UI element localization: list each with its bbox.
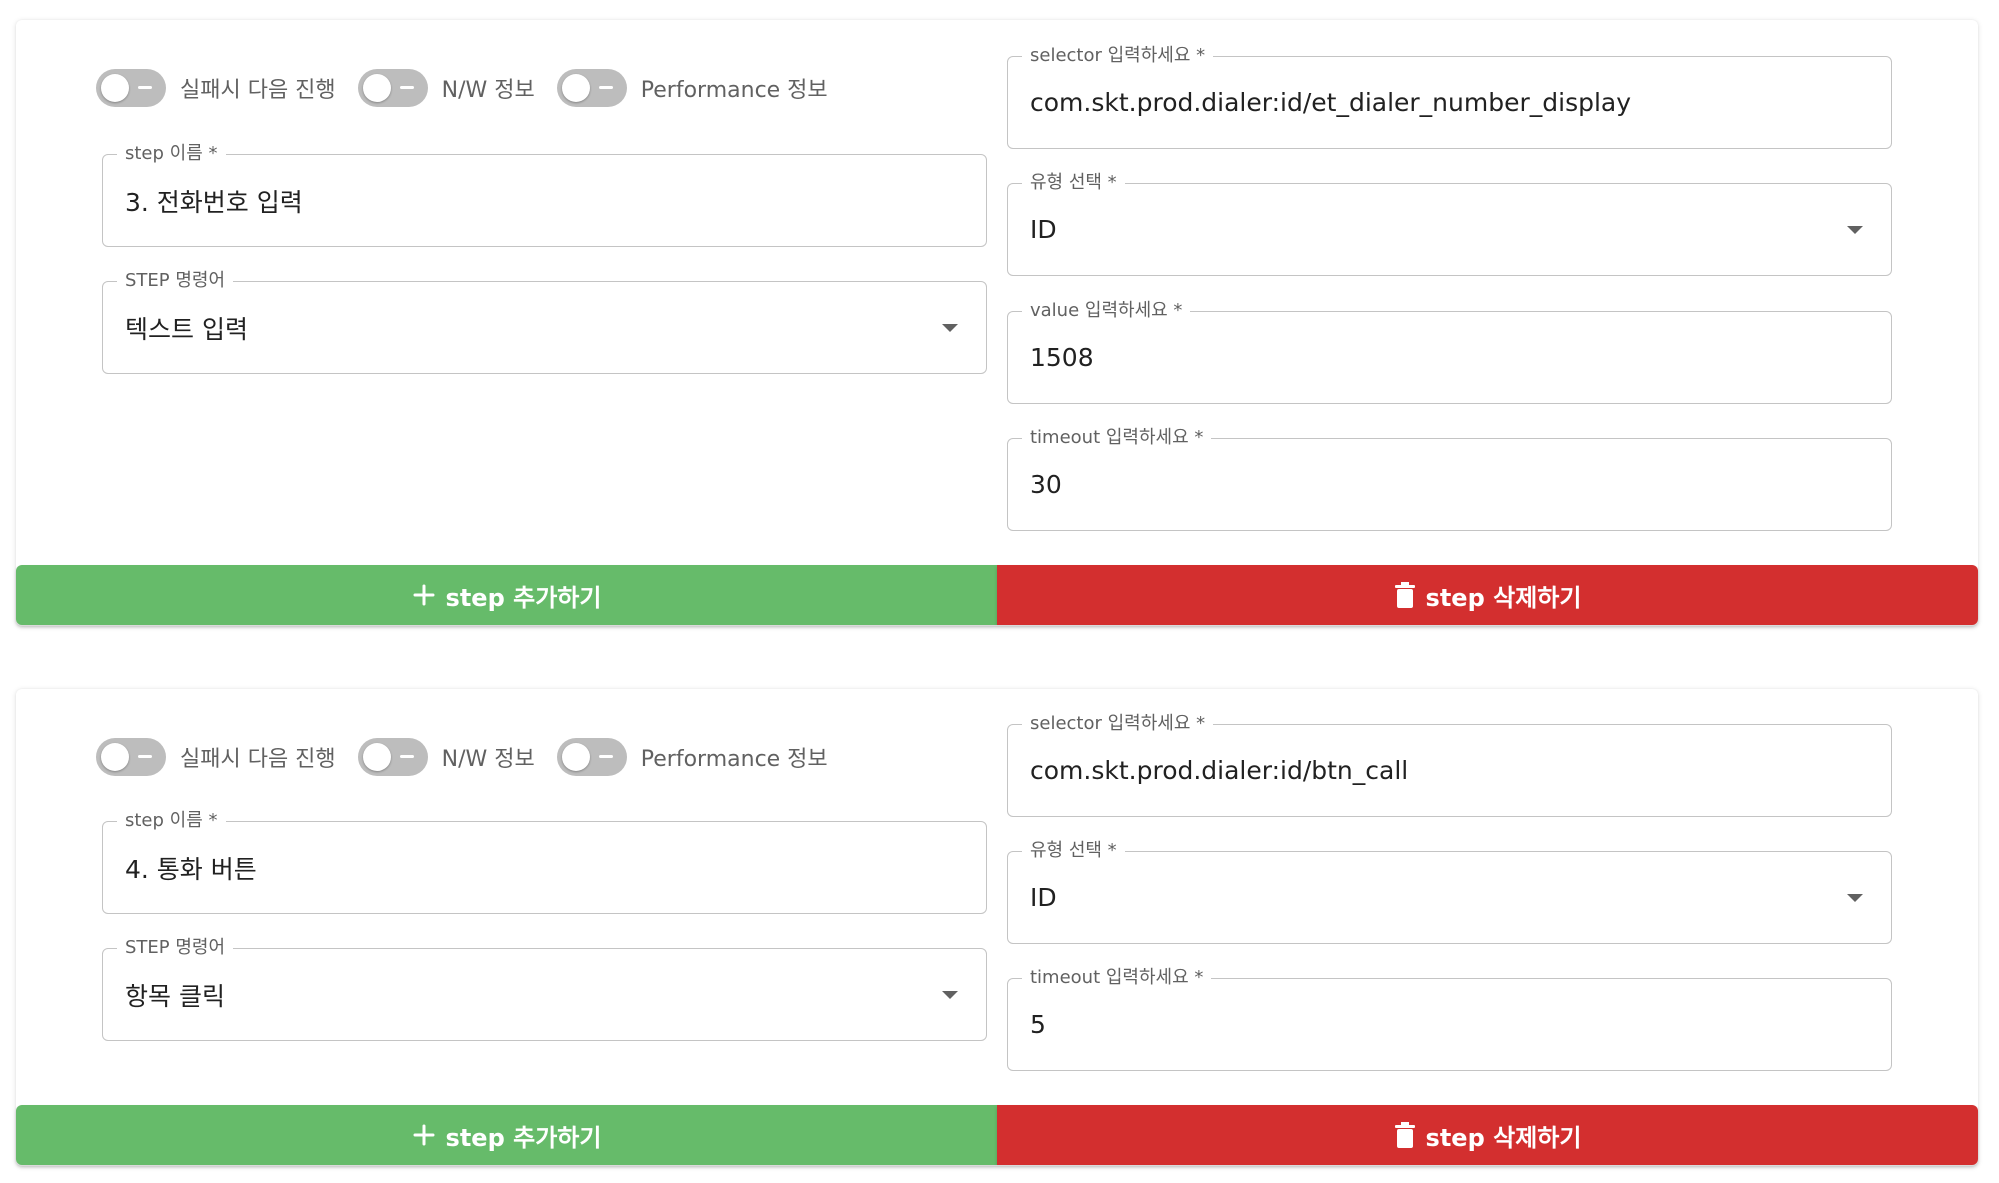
chevron-down-icon[interactable] (1847, 225, 1863, 234)
add-step-label: step 추가하기 (445, 583, 602, 612)
timeout-input[interactable]: 30 (1030, 439, 1831, 530)
toggle-label: 실패시 다음 진행 (180, 78, 336, 103)
chevron-down-icon[interactable] (1847, 893, 1863, 902)
timeout-field[interactable]: timeout 입력하세요 * 30 (1007, 427, 1892, 531)
delete-step-button[interactable]: step 삭제하기 (997, 565, 1978, 625)
toggle-label: Performance 정보 (640, 747, 828, 772)
plus-icon (412, 1123, 436, 1147)
toggle-switch[interactable] (357, 69, 428, 107)
toggle-row: 실패시 다음 진행 N/W 정보 Performance 정보 (96, 737, 850, 777)
selector-field[interactable]: selector 입력하세요 * com.skt.prod.dialer:id/… (1007, 45, 1892, 149)
step-command-select[interactable]: STEP 명령어 텍스트 입력 (102, 270, 987, 374)
add-step-label: step 추가하기 (445, 1123, 602, 1152)
chevron-down-icon[interactable] (942, 323, 958, 332)
toggle-label: 실패시 다음 진행 (180, 747, 336, 772)
step-card: 실패시 다음 진행 N/W 정보 Performance 정보 step 이름 … (16, 20, 1978, 626)
toggle-label: Performance 정보 (640, 78, 828, 103)
delete-step-label: step 삭제하기 (1425, 583, 1582, 612)
type-select[interactable]: 유형 선택 * ID (1007, 840, 1892, 944)
add-step-button[interactable]: step 추가하기 (16, 565, 997, 625)
step-name-field[interactable]: step 이름 * 3. 전화번호 입력 (102, 143, 987, 247)
timeout-input[interactable]: 5 (1030, 979, 1831, 1070)
step-card: 실패시 다음 진행 N/W 정보 Performance 정보 step 이름 … (16, 689, 1978, 1166)
toggle-performance-info[interactable]: Performance 정보 (556, 69, 828, 107)
toggle-switch[interactable] (357, 738, 428, 776)
toggle-nw-info[interactable]: N/W 정보 (357, 738, 535, 776)
selector-field[interactable]: selector 입력하세요 * com.skt.prod.dialer:id/… (1007, 713, 1892, 817)
toggle-label: N/W 정보 (441, 747, 535, 772)
delete-step-button[interactable]: step 삭제하기 (997, 1105, 1978, 1165)
toggle-switch[interactable] (556, 69, 627, 107)
toggle-performance-info[interactable]: Performance 정보 (556, 738, 828, 776)
toggle-switch[interactable] (96, 738, 166, 776)
toggle-continue-on-fail[interactable]: 실패시 다음 진행 (96, 738, 336, 776)
toggle-switch[interactable] (96, 69, 166, 107)
trash-icon (1394, 1121, 1416, 1149)
timeout-field[interactable]: timeout 입력하세요 * 5 (1007, 967, 1892, 1071)
type-value: ID (1030, 883, 1057, 912)
type-select[interactable]: 유형 선택 * ID (1007, 172, 1892, 276)
step-command-value: 항목 클릭 (125, 981, 225, 1011)
chevron-down-icon[interactable] (942, 990, 958, 999)
toggle-nw-info[interactable]: N/W 정보 (357, 69, 535, 107)
plus-icon (412, 583, 436, 607)
selector-input[interactable]: com.skt.prod.dialer:id/et_dialer_number_… (1030, 57, 1831, 148)
step-command-select[interactable]: STEP 명령어 항목 클릭 (102, 937, 987, 1041)
trash-icon (1394, 581, 1416, 609)
delete-step-label: step 삭제하기 (1425, 1123, 1582, 1152)
toggle-switch[interactable] (556, 738, 627, 776)
type-value: ID (1030, 215, 1057, 244)
toggle-continue-on-fail[interactable]: 실패시 다음 진행 (96, 69, 336, 107)
step-name-input[interactable]: 3. 전화번호 입력 (125, 155, 926, 246)
step-name-input[interactable]: 4. 통화 버튼 (125, 822, 926, 913)
selector-input[interactable]: com.skt.prod.dialer:id/btn_call (1030, 725, 1831, 816)
step-command-value: 텍스트 입력 (125, 314, 248, 344)
toggle-row: 실패시 다음 진행 N/W 정보 Performance 정보 (96, 68, 850, 108)
value-field[interactable]: value 입력하세요 * 1508 (1007, 300, 1892, 404)
value-input[interactable]: 1508 (1030, 312, 1831, 403)
step-name-field[interactable]: step 이름 * 4. 통화 버튼 (102, 810, 987, 914)
toggle-label: N/W 정보 (441, 78, 535, 103)
add-step-button[interactable]: step 추가하기 (16, 1105, 997, 1165)
